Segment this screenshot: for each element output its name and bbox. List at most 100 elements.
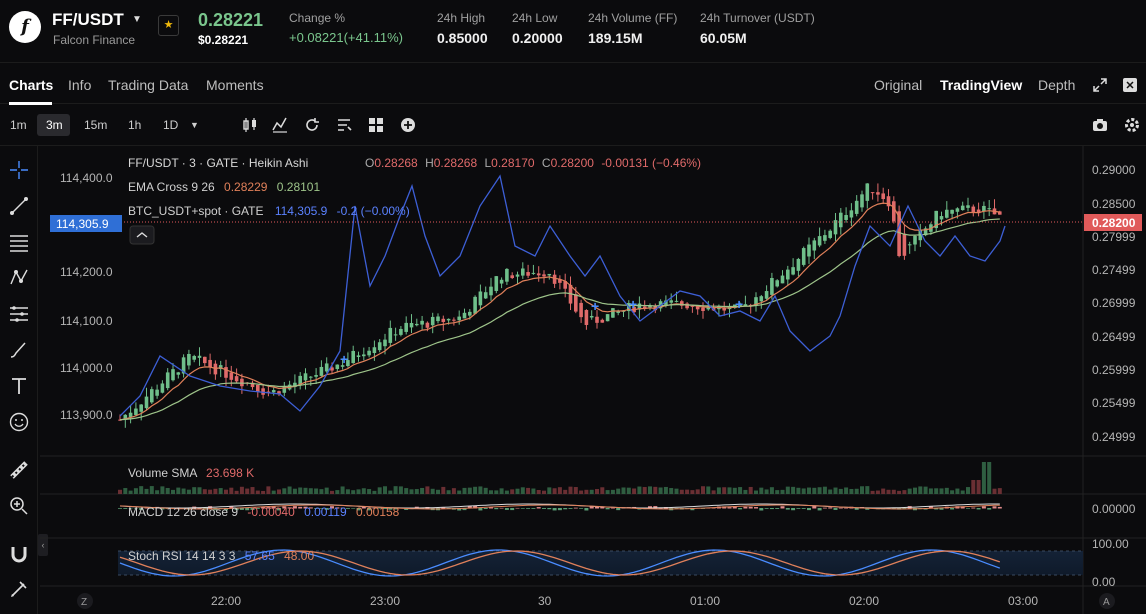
candle-body xyxy=(547,273,552,276)
volume-bar xyxy=(356,489,361,494)
timeframe-1d[interactable]: 1D xyxy=(163,118,178,132)
volume-bar xyxy=(928,488,933,494)
candle-body xyxy=(812,240,817,251)
volume-bar xyxy=(838,488,843,494)
volume-bar xyxy=(997,488,1002,494)
candle-body xyxy=(441,318,446,322)
candle-body xyxy=(955,208,960,212)
volume-bar xyxy=(245,488,250,494)
ruler-icon[interactable] xyxy=(8,459,30,481)
candle-body xyxy=(526,272,530,276)
emoji-icon[interactable] xyxy=(8,411,30,433)
chart-toolbar: 1m 3m 15m 1h 1D ▼ xyxy=(0,106,1146,146)
macd-bar xyxy=(833,508,838,510)
tab-info[interactable]: Info xyxy=(68,77,91,93)
volume-bar xyxy=(913,487,917,494)
view-depth[interactable]: Depth xyxy=(1038,77,1075,93)
text-icon[interactable] xyxy=(8,375,30,397)
candle-body xyxy=(165,372,170,389)
candle-body xyxy=(240,378,244,387)
tab-charts[interactable]: Charts xyxy=(9,77,53,93)
volume-bar xyxy=(663,486,668,494)
volume-bar xyxy=(547,487,552,494)
volume-bar xyxy=(822,486,827,494)
time-axis-label: 02:00 xyxy=(849,594,879,608)
timeframe-1h[interactable]: 1h xyxy=(128,118,141,132)
auto-scale-label: A xyxy=(1103,597,1110,608)
candle-body xyxy=(574,294,578,312)
brush-icon[interactable] xyxy=(8,339,30,361)
price-chart[interactable]: FF/USDT · 3 · GATE · Heikin Ashi O0.2826… xyxy=(40,146,1146,614)
candle-body xyxy=(155,389,159,396)
macd-bar xyxy=(738,508,743,510)
candle-body xyxy=(425,322,430,328)
timeframe-dropdown-icon[interactable]: ▼ xyxy=(190,120,199,130)
macd-bar xyxy=(950,508,955,510)
pattern-icon[interactable] xyxy=(8,266,30,288)
magnet-icon[interactable] xyxy=(8,543,30,565)
pair-selector[interactable]: FF/USDT xyxy=(52,10,124,30)
tab-moments[interactable]: Moments xyxy=(206,77,264,93)
view-original[interactable]: Original xyxy=(874,77,922,93)
candle-style-icon[interactable] xyxy=(241,116,259,134)
volume-bar xyxy=(483,487,488,494)
header-bar: f FF/USDT ▼ Falcon Finance ★ 0.28221 $0.… xyxy=(0,0,1146,60)
fib-icon[interactable] xyxy=(8,231,30,253)
volume-bar xyxy=(791,486,796,494)
candle-body xyxy=(600,319,605,323)
add-icon[interactable] xyxy=(399,116,417,134)
volume-bar xyxy=(520,487,525,494)
tab-trading-data[interactable]: Trading Data xyxy=(108,77,188,93)
right-axis-label: 0.26499 xyxy=(1092,330,1136,344)
chevron-down-icon[interactable]: ▼ xyxy=(132,14,142,25)
volume-bar xyxy=(478,486,483,494)
macd-bar xyxy=(981,506,986,509)
volume-bar xyxy=(621,487,626,494)
more-options-icon[interactable] xyxy=(1122,77,1138,93)
macd-bar xyxy=(759,508,764,511)
volume-bar xyxy=(542,490,546,494)
expand-icon[interactable] xyxy=(1093,78,1107,92)
volume-bar xyxy=(711,490,716,494)
time-axis-label: 30 xyxy=(538,594,552,608)
volume-bar xyxy=(939,488,944,494)
lock-icon[interactable] xyxy=(8,578,30,600)
volume-bar xyxy=(732,487,737,494)
volume-bar xyxy=(875,490,880,494)
candle-body xyxy=(701,307,705,312)
settings-gear-icon[interactable] xyxy=(1123,116,1141,134)
favorite-star-icon[interactable]: ★ xyxy=(158,15,179,36)
view-tradingview[interactable]: TradingView xyxy=(940,77,1022,93)
ema-cross-marker: + xyxy=(629,296,637,312)
macd-bar xyxy=(796,508,801,509)
layout-icon[interactable] xyxy=(367,116,385,134)
stat-turnover-label: 24h Turnover (USDT) xyxy=(700,11,815,25)
timeframe-1m[interactable]: 1m xyxy=(10,118,27,132)
volume-bar xyxy=(425,486,430,494)
candle-body xyxy=(913,235,917,245)
timeframe-15m[interactable]: 15m xyxy=(84,118,107,132)
candle-body xyxy=(844,215,848,220)
candle-body xyxy=(870,192,875,194)
collapse-legend-button[interactable] xyxy=(129,225,155,245)
zoom-icon[interactable] xyxy=(8,495,30,517)
volume-bar xyxy=(377,487,382,494)
measure-lines-icon[interactable] xyxy=(8,303,30,325)
indicators-icon[interactable] xyxy=(271,116,289,134)
volume-bar xyxy=(987,462,992,494)
timeframe-3m[interactable]: 3m xyxy=(46,118,63,132)
volume-bar xyxy=(213,488,218,494)
ema-cross-marker: + xyxy=(735,296,743,312)
alert-icon[interactable] xyxy=(335,116,353,134)
trend-line-icon[interactable] xyxy=(8,195,30,217)
volume-bar xyxy=(817,487,822,494)
stat-change-label: Change % xyxy=(289,11,346,25)
replay-icon[interactable] xyxy=(303,116,321,134)
candle-body xyxy=(430,316,435,326)
crosshair-icon[interactable] xyxy=(8,159,30,181)
camera-icon[interactable] xyxy=(1091,116,1109,134)
candle-body xyxy=(388,327,393,343)
volume-bar xyxy=(393,486,398,494)
candle-body xyxy=(203,356,207,364)
candle-body xyxy=(531,272,536,274)
